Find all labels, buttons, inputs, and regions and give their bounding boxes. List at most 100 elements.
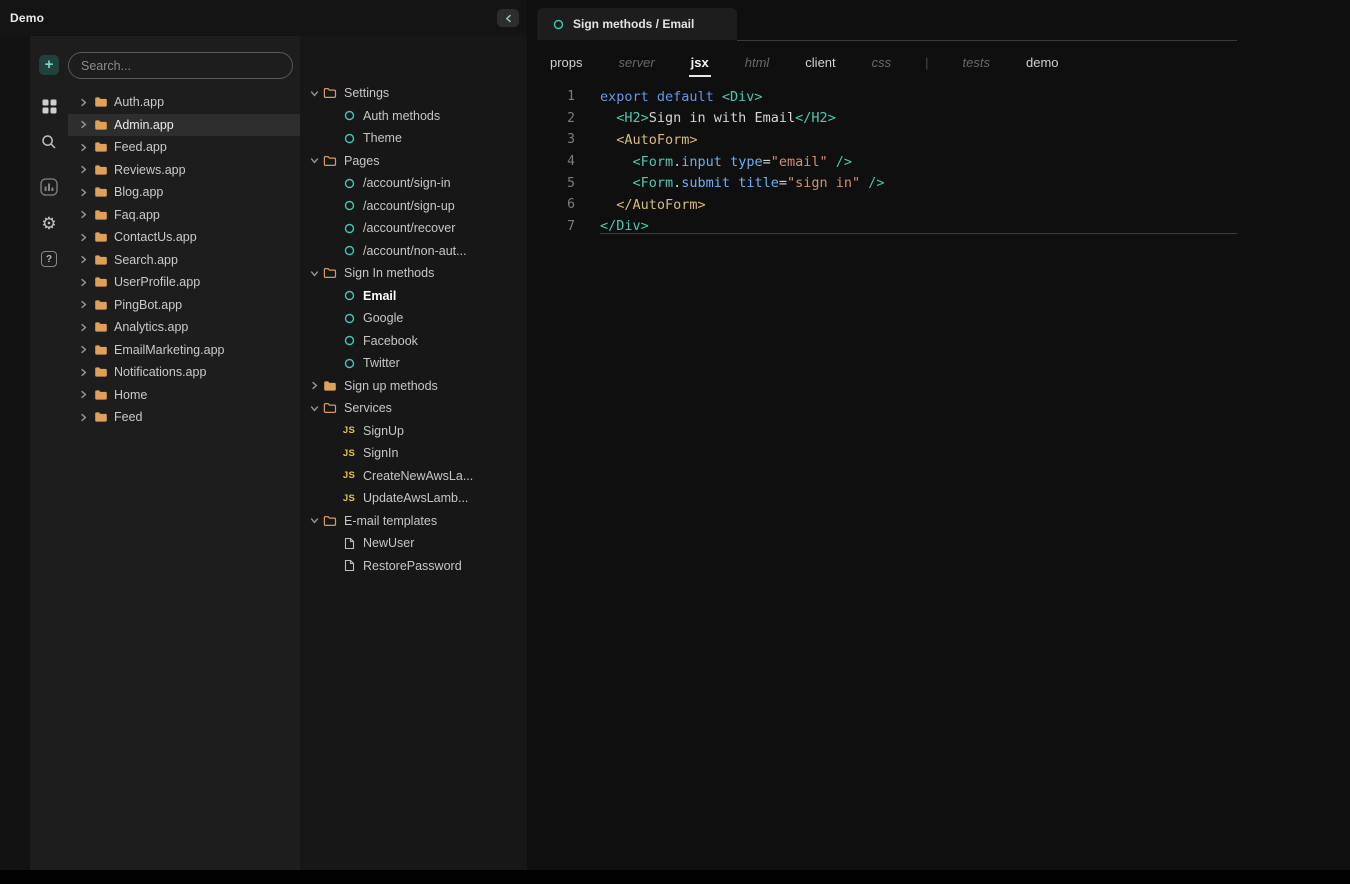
activity-apps-button[interactable] bbox=[38, 95, 60, 117]
tab-props[interactable]: props bbox=[548, 55, 585, 75]
code-token: type bbox=[730, 154, 763, 170]
chevron-down-icon[interactable] bbox=[310, 90, 319, 97]
tree-folder-item[interactable]: E-mail templates bbox=[300, 510, 527, 533]
tree-leaf-item[interactable]: /account/non-aut... bbox=[300, 240, 527, 263]
code-line[interactable]: 3 <AutoForm> bbox=[527, 129, 1350, 151]
tree-item-label: NewUser bbox=[363, 536, 414, 550]
tree-folder-item[interactable]: Sign In methods bbox=[300, 262, 527, 285]
app-tree-item[interactable]: Auth.app bbox=[68, 91, 300, 114]
tab-jsx[interactable]: jsx bbox=[689, 55, 711, 77]
code-editor[interactable]: 1export default <Div>2 <H2>Sign in with … bbox=[527, 86, 1350, 237]
tree-folder-item[interactable]: Pages bbox=[300, 150, 527, 173]
component-circle-icon bbox=[344, 290, 355, 301]
chevron-down-icon[interactable] bbox=[310, 157, 319, 164]
activity-add-button[interactable]: + bbox=[38, 54, 60, 76]
editor-tab[interactable]: Sign methods / Email bbox=[537, 8, 737, 40]
chevron-right-icon[interactable] bbox=[80, 210, 87, 219]
chevron-right-icon[interactable] bbox=[80, 345, 87, 354]
app-tree-item[interactable]: Reviews.app bbox=[68, 159, 300, 182]
chevron-right-icon[interactable] bbox=[80, 300, 87, 309]
chevron-right-icon[interactable] bbox=[311, 381, 318, 390]
chevron-right-icon[interactable] bbox=[80, 98, 87, 107]
tree-leaf-item[interactable]: Auth methods bbox=[300, 105, 527, 128]
left-margin bbox=[0, 36, 30, 870]
code-line-content: <Form.submit title="sign in" /> bbox=[575, 175, 885, 191]
tab-html[interactable]: html bbox=[743, 55, 772, 75]
code-line[interactable]: 1export default <Div> bbox=[527, 86, 1350, 108]
tree-leaf-item[interactable]: /account/sign-up bbox=[300, 195, 527, 218]
folder-icon bbox=[94, 321, 108, 333]
tree-item-label: Twitter bbox=[363, 356, 400, 370]
code-line[interactable]: 4 <Form.input type="email" /> bbox=[527, 151, 1350, 173]
tree-leaf-item[interactable]: JSSignUp bbox=[300, 420, 527, 443]
app-tree-item[interactable]: EmailMarketing.app bbox=[68, 339, 300, 362]
tree-leaf-item[interactable]: RestorePassword bbox=[300, 555, 527, 578]
tree-leaf-item[interactable]: Twitter bbox=[300, 352, 527, 375]
code-token: = bbox=[779, 175, 787, 191]
app-tree-item[interactable]: Faq.app bbox=[68, 204, 300, 227]
tree-leaf-item[interactable]: Theme bbox=[300, 127, 527, 150]
app-tree-item[interactable]: Search.app bbox=[68, 249, 300, 272]
tree-leaf-item[interactable]: /account/sign-in bbox=[300, 172, 527, 195]
chevron-right-icon[interactable] bbox=[80, 390, 87, 399]
code-line[interactable]: 2 <H2>Sign in with Email</H2> bbox=[527, 108, 1350, 130]
tree-leaf-item[interactable]: Facebook bbox=[300, 330, 527, 353]
chevron-right-icon[interactable] bbox=[80, 278, 87, 287]
activity-analytics-button[interactable] bbox=[38, 176, 60, 198]
tree-folder-item[interactable]: Settings bbox=[300, 82, 527, 105]
chevron-right-icon[interactable] bbox=[80, 120, 87, 129]
app-tree-item[interactable]: Feed bbox=[68, 406, 300, 429]
code-line[interactable]: 5 <Form.submit title="sign in" /> bbox=[527, 172, 1350, 194]
tree-leaf-item[interactable]: Email bbox=[300, 285, 527, 308]
tree-folder-item[interactable]: Services bbox=[300, 397, 527, 420]
tab-tests[interactable]: tests bbox=[961, 55, 992, 75]
tree-leaf-item[interactable]: JSCreateNewAwsLa... bbox=[300, 465, 527, 488]
tree-item-label: /account/sign-up bbox=[363, 199, 455, 213]
chevron-right-icon[interactable] bbox=[80, 255, 87, 264]
collapse-panel-button[interactable] bbox=[497, 9, 519, 27]
chevron-right-icon[interactable] bbox=[80, 323, 87, 332]
tab-css[interactable]: css bbox=[870, 55, 894, 75]
tab-server[interactable]: server bbox=[617, 55, 657, 75]
app-tree-item[interactable]: ContactUs.app bbox=[68, 226, 300, 249]
tree-folder-item[interactable]: Sign up methods bbox=[300, 375, 527, 398]
chevron-right-icon[interactable] bbox=[80, 368, 87, 377]
app-tree-item[interactable]: Notifications.app bbox=[68, 361, 300, 384]
app-tree-item[interactable]: Blog.app bbox=[68, 181, 300, 204]
line-number: 2 bbox=[527, 111, 575, 126]
app-tree-item[interactable]: Home bbox=[68, 384, 300, 407]
chevron-right-icon[interactable] bbox=[80, 188, 87, 197]
app-tree-item[interactable]: Analytics.app bbox=[68, 316, 300, 339]
app-label: EmailMarketing.app bbox=[114, 343, 224, 357]
activity-search-button[interactable] bbox=[38, 131, 60, 153]
tree-item-label: UpdateAwsLamb... bbox=[363, 491, 468, 505]
app-tree-item[interactable]: PingBot.app bbox=[68, 294, 300, 317]
tree-leaf-item[interactable]: /account/recover bbox=[300, 217, 527, 240]
tab-client[interactable]: client bbox=[803, 55, 837, 75]
chevron-down-icon[interactable] bbox=[310, 517, 319, 524]
chevron-right-icon[interactable] bbox=[80, 233, 87, 242]
tree-leaf-item[interactable]: JSUpdateAwsLamb... bbox=[300, 487, 527, 510]
app-tree-item[interactable]: Feed.app bbox=[68, 136, 300, 159]
chevron-right-icon[interactable] bbox=[80, 143, 87, 152]
chevron-down-icon[interactable] bbox=[310, 270, 319, 277]
code-line[interactable]: 6 </AutoForm> bbox=[527, 194, 1350, 216]
tree-leaf-item[interactable]: JSSignIn bbox=[300, 442, 527, 465]
code-token: <AutoForm> bbox=[616, 132, 697, 148]
chevron-right-icon[interactable] bbox=[80, 413, 87, 422]
tab-demo[interactable]: demo bbox=[1024, 55, 1061, 75]
app-label: UserProfile.app bbox=[114, 275, 200, 289]
search-input[interactable] bbox=[68, 52, 293, 79]
chevron-left-icon bbox=[505, 14, 512, 23]
code-token: title bbox=[738, 175, 779, 191]
app-tree-item[interactable]: UserProfile.app bbox=[68, 271, 300, 294]
app-tree-item[interactable]: Admin.app bbox=[68, 114, 300, 137]
tree-leaf-item[interactable]: Google bbox=[300, 307, 527, 330]
activity-help-button[interactable]: ? bbox=[38, 248, 60, 270]
folder-icon bbox=[94, 141, 108, 153]
chevron-right-icon[interactable] bbox=[80, 165, 87, 174]
app-label: Admin.app bbox=[114, 118, 174, 132]
activity-settings-button[interactable]: ⚙ bbox=[38, 212, 60, 234]
tree-leaf-item[interactable]: NewUser bbox=[300, 532, 527, 555]
chevron-down-icon[interactable] bbox=[310, 405, 319, 412]
